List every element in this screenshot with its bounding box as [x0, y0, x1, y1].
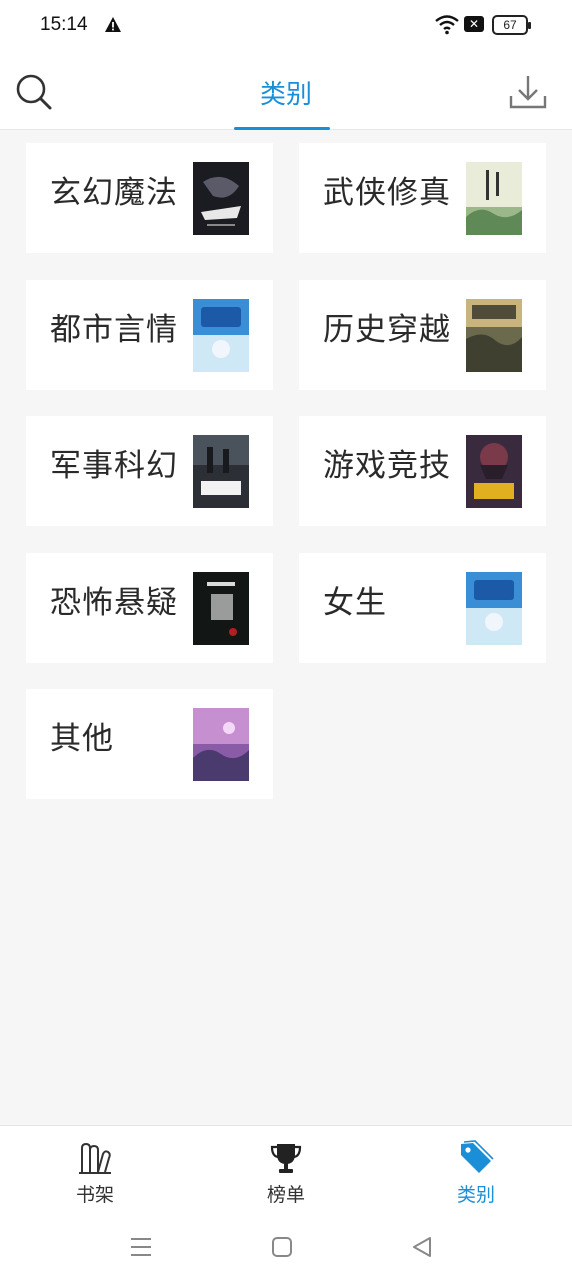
x-box-icon: ✕	[464, 16, 484, 32]
battery-icon: 67	[492, 15, 531, 35]
status-time: 15:14	[40, 14, 88, 35]
category-label: 历史穿越	[323, 312, 451, 348]
book-cover-image	[193, 162, 249, 235]
category-card-nvsheng[interactable]: 女生	[299, 553, 546, 663]
warning-icon	[105, 17, 121, 32]
category-label: 其他	[50, 721, 114, 757]
book-cover-image	[466, 162, 522, 235]
category-label: 都市言情	[50, 312, 178, 348]
book-cover-image	[466, 572, 522, 645]
tab-category[interactable]: 类别	[381, 1126, 571, 1216]
title-underline	[234, 127, 330, 130]
category-card-junshi[interactable]: 军事科幻	[26, 416, 273, 526]
book-cover-image	[466, 299, 522, 372]
trophy-icon	[270, 1144, 302, 1173]
top-bar: 类别	[0, 52, 572, 130]
category-label: 恐怖悬疑	[50, 585, 178, 621]
menu-icon[interactable]	[127, 1233, 155, 1261]
page-title[interactable]: 类别	[0, 74, 572, 111]
category-card-lishi[interactable]: 历史穿越	[299, 280, 546, 390]
category-card-qita[interactable]: 其他	[26, 689, 273, 799]
home-icon[interactable]	[268, 1233, 296, 1261]
book-cover-image	[466, 435, 522, 508]
category-card-wuxia[interactable]: 武侠修真	[299, 143, 546, 253]
category-label: 玄幻魔法	[50, 175, 178, 211]
tab-label: 榜单	[266, 1184, 305, 1206]
bottom-tab-bar: 书架 榜单 类别	[0, 1125, 572, 1215]
download-icon[interactable]	[508, 72, 548, 112]
book-cover-image	[193, 435, 249, 508]
category-card-dushi[interactable]: 都市言情	[26, 280, 273, 390]
category-label: 女生	[323, 585, 387, 621]
bookshelf-icon	[79, 1142, 111, 1174]
book-cover-image	[193, 708, 249, 781]
tab-label: 书架	[75, 1184, 114, 1206]
tag-icon	[461, 1140, 494, 1173]
back-icon[interactable]	[408, 1233, 436, 1261]
category-card-xuanhuan[interactable]: 玄幻魔法	[26, 143, 273, 253]
tab-label: 类别	[456, 1184, 495, 1206]
category-label: 游戏竞技	[323, 448, 451, 484]
book-cover-image	[193, 299, 249, 372]
book-cover-image	[193, 572, 249, 645]
battery-level: 67	[503, 18, 517, 32]
category-label: 军事科幻	[50, 448, 178, 484]
wifi-icon	[435, 15, 459, 35]
system-nav-bar	[0, 1215, 572, 1280]
category-label: 武侠修真	[323, 175, 451, 211]
category-card-youxi[interactable]: 游戏竞技	[299, 416, 546, 526]
tab-ranking[interactable]: 榜单	[191, 1126, 381, 1216]
tab-bookshelf[interactable]: 书架	[0, 1126, 190, 1216]
status-bar: 15:14 ✕ 67	[0, 0, 572, 52]
category-card-kongbu[interactable]: 恐怖悬疑	[26, 553, 273, 663]
